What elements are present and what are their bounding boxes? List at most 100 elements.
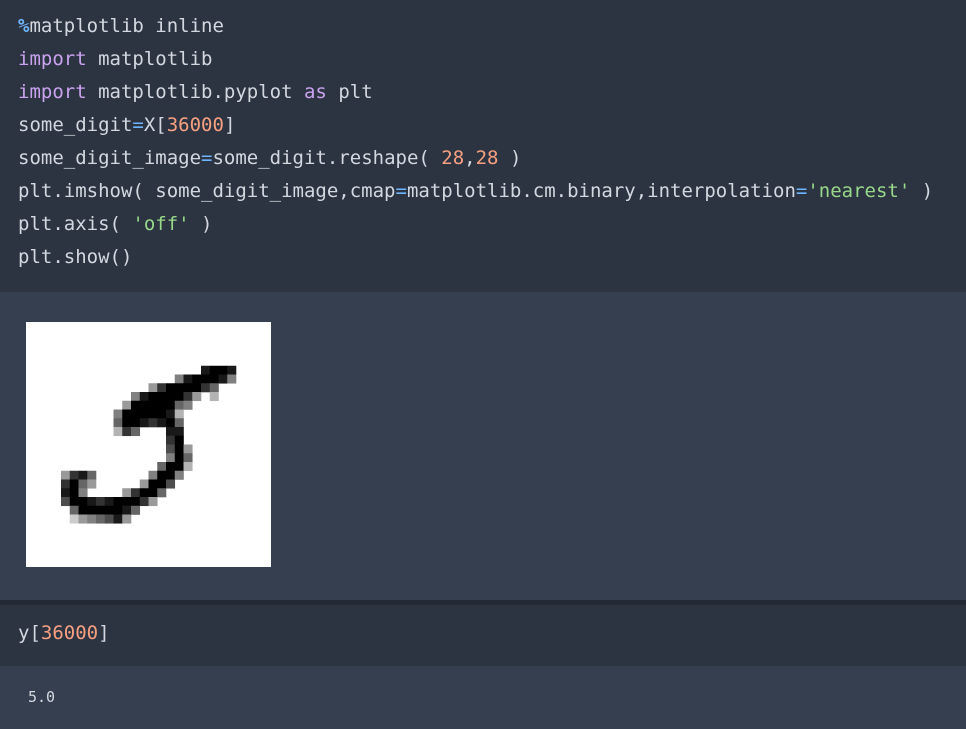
digit-pixel xyxy=(113,514,123,524)
digit-pixel xyxy=(166,427,176,437)
digit-pixel xyxy=(157,383,167,393)
code-editor-2[interactable]: y[36000] xyxy=(18,617,966,650)
digit-pixel xyxy=(78,497,88,507)
code-editor-1[interactable]: %matplotlib inline import matplotlib impor… xyxy=(18,10,966,274)
digit-pixel xyxy=(131,497,141,507)
digit-pixel xyxy=(174,470,184,480)
digit-pixel xyxy=(174,435,184,445)
code-token: = xyxy=(201,147,213,169)
digit-pixel xyxy=(209,374,219,384)
digit-pixel xyxy=(78,479,88,489)
digit-pixel xyxy=(78,505,88,515)
code-line[interactable]: %matplotlib inline xyxy=(18,10,966,43)
code-token: 28 xyxy=(441,147,465,169)
code-line[interactable]: y[36000] xyxy=(18,617,966,650)
code-token: some_digit xyxy=(18,114,133,136)
digit-pixel xyxy=(192,374,202,384)
digit-pixel xyxy=(157,470,167,480)
digit-pixel xyxy=(69,514,79,524)
digit-pixel xyxy=(174,427,184,437)
digit-pixel xyxy=(122,400,132,410)
digit-pixel xyxy=(201,374,211,384)
digit-pixel xyxy=(148,418,158,428)
code-token: 'nearest' xyxy=(807,180,911,202)
code-line[interactable]: import matplotlib xyxy=(18,43,966,76)
code-cell-1[interactable]: %matplotlib inline import matplotlib impor… xyxy=(0,0,966,292)
code-line[interactable]: plt.imshow( some_digit_image,cmap=matplo… xyxy=(18,175,966,208)
digit-pixel xyxy=(122,514,132,524)
digit-pixel xyxy=(131,505,141,515)
digit-pixel xyxy=(131,392,141,402)
code-line[interactable]: some_digit=X[36000] xyxy=(18,109,966,142)
code-token: plt xyxy=(326,81,373,103)
digit-pixel xyxy=(157,392,167,402)
code-token: % xyxy=(18,15,30,37)
digit-pixel xyxy=(166,453,176,463)
digit-pixel xyxy=(201,365,211,375)
digit-pixel xyxy=(157,488,167,498)
digit-pixel xyxy=(166,470,176,480)
code-line[interactable]: plt.axis( 'off' ) xyxy=(18,208,966,241)
digit-pixel xyxy=(174,418,184,428)
digit-pixel xyxy=(87,497,97,507)
code-token: as xyxy=(303,81,327,103)
digit-pixel xyxy=(218,374,228,384)
digit-pixel xyxy=(148,392,158,402)
code-token: = xyxy=(395,180,407,202)
digit-image xyxy=(61,365,237,524)
digit-pixel xyxy=(174,462,184,472)
digit-pixel xyxy=(139,497,149,507)
digit-pixel xyxy=(157,479,167,489)
digit-pixel xyxy=(166,462,176,472)
digit-pixel xyxy=(78,488,88,498)
code-token: matplotlib.pyplot xyxy=(86,81,304,103)
digit-pixel xyxy=(69,505,79,515)
digit-pixel xyxy=(209,365,219,375)
code-token: = xyxy=(795,180,808,202)
digit-pixel xyxy=(104,497,114,507)
digit-pixel xyxy=(113,418,123,428)
digit-pixel xyxy=(157,462,167,472)
digit-pixel xyxy=(166,409,176,419)
digit-pixel xyxy=(122,505,132,515)
digit-pixel xyxy=(183,383,193,393)
digit-pixel xyxy=(166,383,176,393)
code-token: plt.axis( xyxy=(18,213,133,235)
digit-pixel xyxy=(174,409,184,419)
digit-pixel xyxy=(209,383,219,393)
digit-pixel xyxy=(227,374,237,384)
code-token: some_digit_image xyxy=(18,147,202,169)
code-line[interactable]: some_digit_image=some_digit.reshape( 28,… xyxy=(18,142,966,175)
code-token: import xyxy=(18,81,87,103)
code-token: y[ xyxy=(18,622,41,644)
digit-pixel xyxy=(166,444,176,454)
digit-pixel xyxy=(96,505,106,515)
code-token: ] xyxy=(223,114,236,136)
digit-pixel xyxy=(61,470,71,480)
digit-pixel xyxy=(148,479,158,489)
digit-pixel xyxy=(174,392,184,402)
digit-pixel xyxy=(148,409,158,419)
digit-pixel xyxy=(174,383,184,393)
digit-pixel xyxy=(174,374,184,384)
code-token: , xyxy=(464,147,476,169)
digit-pixel xyxy=(96,497,106,507)
code-token: = xyxy=(132,114,144,136)
digit-pixel xyxy=(69,497,79,507)
code-token: some_digit.reshape( xyxy=(212,147,442,169)
code-line[interactable]: import matplotlib.pyplot as plt xyxy=(18,76,966,109)
digit-pixel xyxy=(174,444,184,454)
digit-pixel xyxy=(192,383,202,393)
output-area-2: 5.0 xyxy=(0,666,966,729)
code-token: matplotlib xyxy=(86,48,213,70)
code-line[interactable]: plt.show() xyxy=(18,241,966,274)
digit-pixel xyxy=(148,383,158,393)
code-token: 'off' xyxy=(132,213,190,235)
digit-pixel xyxy=(201,383,211,393)
digit-pixel xyxy=(166,435,176,445)
code-token: ) xyxy=(910,180,934,202)
code-cell-2[interactable]: y[36000] xyxy=(0,605,966,666)
digit-pixel xyxy=(183,392,193,402)
digit-pixel xyxy=(218,365,228,375)
digit-pixel xyxy=(61,479,71,489)
